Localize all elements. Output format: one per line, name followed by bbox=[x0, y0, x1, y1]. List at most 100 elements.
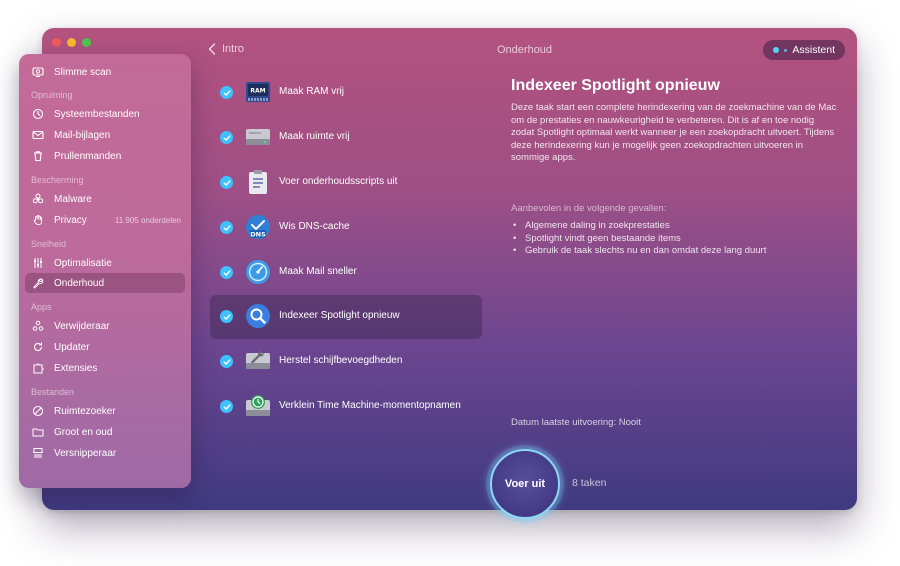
checkmark-icon[interactable] bbox=[220, 86, 233, 99]
task-label: Indexeer Spotlight opnieuw bbox=[279, 310, 400, 321]
task-row-reindex-spotlight[interactable]: Indexeer Spotlight opnieuw bbox=[210, 295, 482, 339]
smart-scan-icon bbox=[32, 66, 44, 78]
sidebar-item-label: Privacy bbox=[54, 214, 87, 226]
task-row-maintenance-scripts[interactable]: Voer onderhoudsscripts uit bbox=[210, 161, 482, 205]
task-label: Voer onderhoudsscripts uit bbox=[279, 176, 398, 187]
sidebar-item-optimization[interactable]: Optimalisatie bbox=[19, 253, 191, 273]
task-count: 8 taken bbox=[572, 477, 607, 489]
sidebar-section-files: Bestanden bbox=[31, 387, 75, 397]
folder-icon bbox=[32, 426, 44, 438]
task-label: Herstel schijfbevoegdheden bbox=[279, 355, 403, 366]
sidebar-item-label: Optimalisatie bbox=[54, 257, 112, 269]
run-button[interactable]: Voer uit bbox=[490, 449, 560, 519]
drive-icon bbox=[246, 129, 270, 145]
sidebar-section-speed: Snelheid bbox=[31, 239, 67, 249]
dns-icon: DNS bbox=[246, 215, 270, 239]
detail-title: Indexeer Spotlight opnieuw bbox=[511, 77, 720, 94]
sidebar-item-label: Versnipperaar bbox=[54, 447, 117, 459]
updater-icon bbox=[32, 341, 44, 353]
sidebar-item-label: Prullenmanden bbox=[54, 150, 122, 162]
wrench-icon bbox=[32, 277, 44, 289]
svg-text:DNS: DNS bbox=[250, 230, 266, 238]
sliders-icon bbox=[32, 257, 44, 269]
biohazard-icon bbox=[32, 193, 44, 205]
ram-icon: RAM bbox=[246, 82, 270, 102]
back-button[interactable]: Intro bbox=[208, 43, 244, 55]
sidebar-item-system-junk[interactable]: Systeembestanden bbox=[19, 104, 191, 124]
detail-description: Deze taak start een complete herindexeri… bbox=[511, 102, 837, 163]
list-item: Gebruik de taak slechts nu en dan omdat … bbox=[511, 245, 841, 258]
sidebar-item-label: Malware bbox=[54, 193, 92, 205]
assistant-label: Assistent bbox=[792, 44, 835, 56]
system-junk-icon bbox=[32, 108, 44, 120]
task-row-repair-permissions[interactable]: Herstel schijfbevoegdheden bbox=[210, 340, 482, 384]
checkmark-icon[interactable] bbox=[220, 131, 233, 144]
task-label: Maak RAM vrij bbox=[279, 86, 345, 97]
shredder-icon bbox=[32, 447, 44, 459]
zoom-window-button[interactable] bbox=[82, 38, 91, 47]
trash-icon bbox=[32, 150, 44, 162]
sidebar-item-extensions[interactable]: Extensies bbox=[19, 358, 191, 378]
task-label: Maak ruimte vrij bbox=[279, 131, 350, 142]
window-title: Onderhoud bbox=[497, 44, 553, 56]
task-label: Maak Mail sneller bbox=[279, 266, 357, 277]
sidebar-item-mail-attachments[interactable]: Mail-bijlagen bbox=[19, 125, 191, 145]
sidebar-item-trash-bins[interactable]: Prullenmanden bbox=[19, 146, 191, 166]
checkmark-icon[interactable] bbox=[220, 310, 233, 323]
recommended-list: Algemene daling in zoekprestaties Spotli… bbox=[511, 220, 841, 258]
window-controls bbox=[52, 38, 91, 47]
sidebar-item-label: Extensies bbox=[54, 362, 98, 374]
assistant-dot-small-icon bbox=[784, 48, 788, 52]
sidebar-section-protection: Bescherming bbox=[31, 175, 84, 185]
sidebar-section-cleanup: Opruiming bbox=[31, 90, 73, 100]
close-window-button[interactable] bbox=[52, 38, 61, 47]
task-row-free-ram[interactable]: RAM Maak RAM vrij bbox=[210, 71, 482, 115]
sidebar-item-malware[interactable]: Malware bbox=[19, 189, 191, 209]
sidebar-item-label: Verwijderaar bbox=[54, 320, 110, 332]
sidebar-item-label: Groot en oud bbox=[54, 426, 113, 438]
mail-icon bbox=[32, 129, 44, 141]
sidebar-item-label: Onderhoud bbox=[54, 277, 105, 289]
sidebar-item-smart-scan[interactable]: Slimme scan bbox=[19, 62, 191, 82]
hand-icon bbox=[32, 214, 44, 226]
sidebar-item-label: Mail-bijlagen bbox=[54, 129, 111, 141]
time-machine-icon bbox=[246, 395, 270, 416]
disk-repair-icon bbox=[246, 350, 270, 369]
task-label: Wis DNS-cache bbox=[279, 221, 350, 232]
task-label: Verklein Time Machine-momentopnamen bbox=[279, 400, 461, 411]
task-row-free-space[interactable]: Maak ruimte vrij bbox=[210, 116, 482, 160]
sidebar-item-label: Systeembestanden bbox=[54, 108, 140, 120]
assistant-button[interactable]: Assistent bbox=[763, 40, 845, 60]
sidebar-item-label: Updater bbox=[54, 341, 90, 353]
uninstaller-icon bbox=[32, 320, 44, 332]
sidebar-item-maintenance[interactable]: Onderhoud bbox=[25, 273, 185, 293]
sidebar-item-uninstaller[interactable]: Verwijderaar bbox=[19, 316, 191, 336]
task-row-thin-time-machine[interactable]: Verklein Time Machine-momentopnamen bbox=[210, 385, 482, 429]
checkmark-icon[interactable] bbox=[220, 355, 233, 368]
recommended-heading: Aanbevolen in de volgende gevallen: bbox=[511, 203, 667, 214]
task-row-speed-up-mail[interactable]: Maak Mail sneller bbox=[210, 251, 482, 295]
checkmark-icon[interactable] bbox=[220, 176, 233, 189]
list-item: Algemene daling in zoekprestaties bbox=[511, 220, 841, 233]
sidebar-item-privacy[interactable]: Privacy 11.905 onderdelen bbox=[19, 210, 191, 230]
back-label: Intro bbox=[222, 43, 245, 55]
checkmark-icon[interactable] bbox=[220, 400, 233, 413]
sidebar-item-space-lens[interactable]: Ruimtezoeker bbox=[19, 401, 191, 421]
sidebar-section-apps: Apps bbox=[31, 302, 52, 312]
sidebar-item-shredder[interactable]: Versnipperaar bbox=[19, 443, 191, 463]
last-run-date: Datum laatste uitvoering: Nooit bbox=[511, 417, 641, 428]
sidebar-item-label: Slimme scan bbox=[54, 66, 112, 78]
minimize-window-button[interactable] bbox=[67, 38, 76, 47]
task-row-flush-dns[interactable]: DNS Wis DNS-cache bbox=[210, 206, 482, 250]
assistant-dot-icon bbox=[773, 47, 780, 53]
sidebar-item-large-old[interactable]: Groot en oud bbox=[19, 422, 191, 442]
checkmark-icon[interactable] bbox=[220, 266, 233, 279]
sidebar-item-label: Ruimtezoeker bbox=[54, 405, 116, 417]
clipboard-icon bbox=[249, 170, 267, 194]
sidebar-item-updater[interactable]: Updater bbox=[19, 337, 191, 357]
checkmark-icon[interactable] bbox=[220, 221, 233, 234]
privacy-count: 11.905 onderdelen bbox=[114, 215, 181, 225]
extensions-icon bbox=[32, 362, 44, 374]
svg-text:RAM: RAM bbox=[250, 88, 265, 95]
chevron-left-icon bbox=[208, 43, 216, 55]
